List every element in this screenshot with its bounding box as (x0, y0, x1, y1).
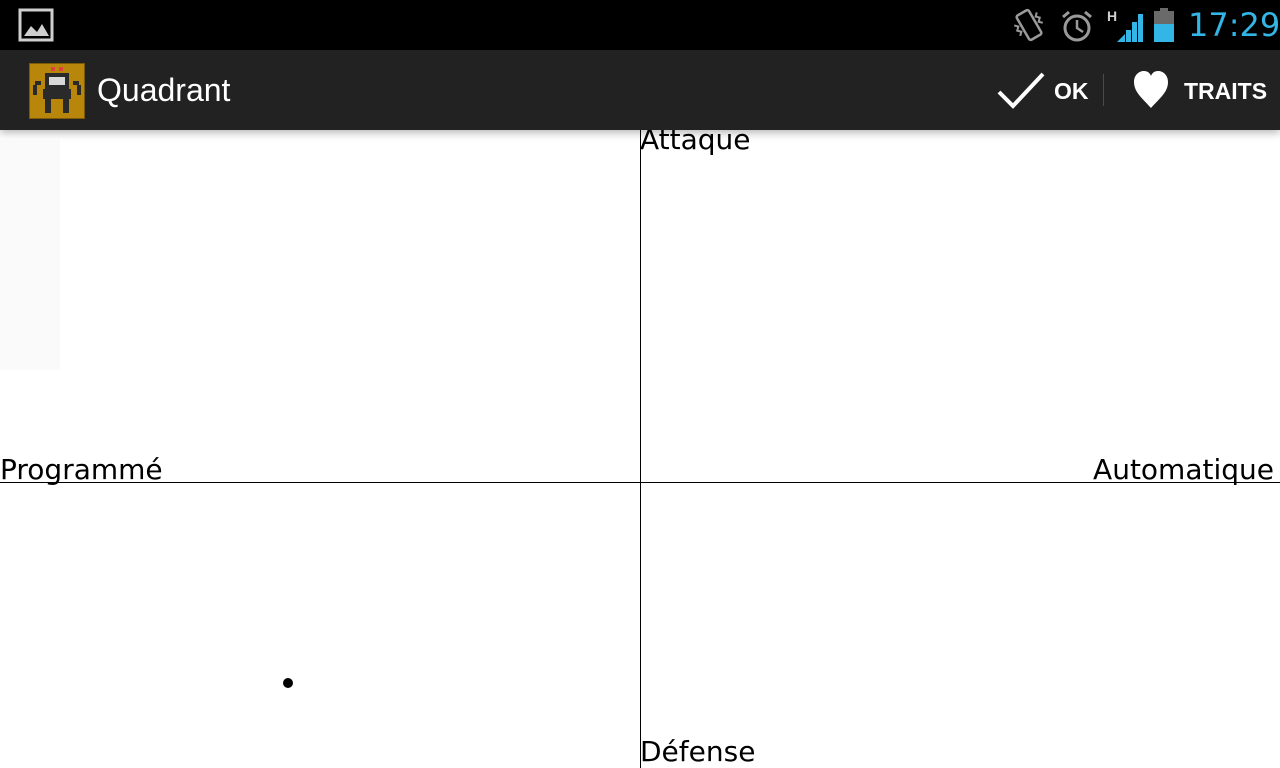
hspa-signal-icon: H (1107, 8, 1143, 42)
vertical-axis (640, 130, 641, 768)
network-type-label: H (1107, 8, 1117, 24)
action-divider (1103, 74, 1104, 106)
position-marker[interactable] (283, 677, 293, 688)
axis-label-right: Automatique (1093, 453, 1274, 486)
quadrant-canvas[interactable]: Attaque Défense Programmé Automatique (0, 130, 1280, 768)
faint-overlay (0, 140, 60, 370)
status-bar: H 17:29 (0, 0, 1280, 50)
action-bar: Quadrant OK TRAITS (0, 50, 1280, 130)
axis-label-left: Programmé (0, 453, 163, 486)
alarm-icon (1062, 10, 1092, 42)
axis-label-top: Attaque (640, 130, 751, 156)
traits-button[interactable]: TRAITS (1120, 50, 1280, 130)
axis-label-bottom: Défense (640, 735, 756, 768)
gallery-notification-icon (18, 8, 54, 42)
horizontal-axis (0, 482, 1280, 483)
status-clock: 17:29 (1188, 6, 1280, 44)
battery-icon (1154, 8, 1174, 42)
check-icon (997, 72, 1045, 109)
app-title: Quadrant (97, 72, 231, 108)
ok-button[interactable]: OK (988, 50, 1100, 130)
ok-button-label: OK (1054, 78, 1089, 104)
traits-button-label: TRAITS (1184, 78, 1268, 104)
vibrate-icon (1013, 8, 1044, 42)
robot-app-icon[interactable] (29, 63, 85, 119)
heart-icon (1134, 71, 1168, 108)
